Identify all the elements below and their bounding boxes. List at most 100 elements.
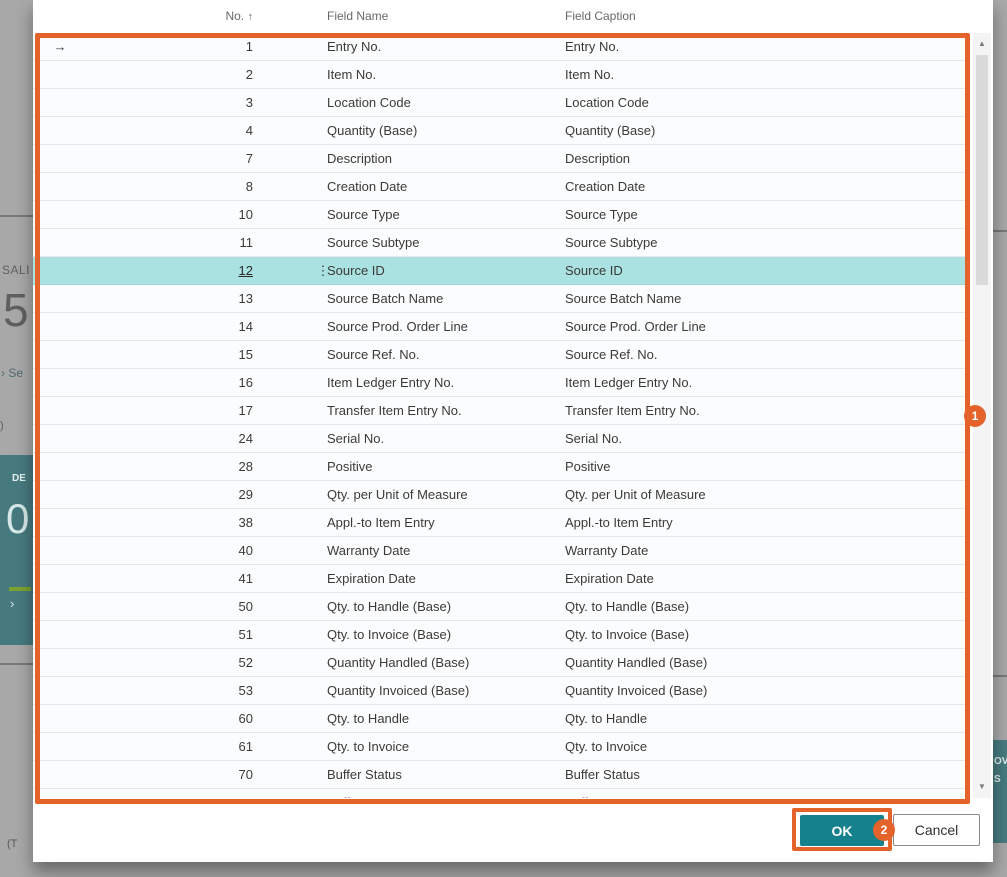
cell-field-caption: Quantity Invoiced (Base): [565, 677, 707, 705]
cell-field-no[interactable]: 2: [123, 61, 253, 89]
table-row[interactable]: 2Item No.Item No.: [33, 61, 970, 89]
cell-field-caption: Description: [565, 145, 630, 173]
table-row[interactable]: 13Source Batch NameSource Batch Name: [33, 285, 970, 313]
cell-field-no[interactable]: 52: [123, 649, 253, 677]
background-see-more-link-fragment: › Se: [1, 366, 23, 380]
row-indicator-cell: [45, 789, 75, 798]
scrollbar-thumb[interactable]: [976, 55, 988, 285]
cell-field-name: Qty. to Invoice: [327, 733, 409, 761]
table-row[interactable]: 61Qty. to InvoiceQty. to Invoice: [33, 733, 970, 761]
table-row[interactable]: 29Qty. per Unit of MeasureQty. per Unit …: [33, 481, 970, 509]
cell-field-name: Qty. to Handle (Base): [327, 593, 451, 621]
cell-field-no[interactable]: 53: [123, 677, 253, 705]
table-row[interactable]: 10Source TypeSource Type: [33, 201, 970, 229]
cue-tile-trend-bar: [9, 587, 31, 591]
cell-field-name: Quantity (Base): [327, 117, 417, 145]
row-indicator-cell: [45, 397, 75, 425]
table-row[interactable]: 70Buffer StatusBuffer Status: [33, 761, 970, 789]
cell-field-name: Buffer Status2: [327, 789, 409, 798]
table-row[interactable]: →1Entry No.Entry No.: [33, 33, 970, 61]
cell-field-caption: Buffer Status: [565, 761, 640, 789]
column-header-field-name[interactable]: Field Name: [327, 0, 388, 33]
cell-field-no[interactable]: 51: [123, 621, 253, 649]
table-row[interactable]: 11Source SubtypeSource Subtype: [33, 229, 970, 257]
table-row[interactable]: 53 Quantity Invoiced (Base) Quantity Invoi…: [33, 677, 970, 705]
cell-field-no[interactable]: 17: [123, 397, 253, 425]
cell-field-name: Qty. to Handle: [327, 705, 409, 733]
table-row[interactable]: 17Transfer Item Entry No.Transfer Item E…: [33, 397, 970, 425]
table-row[interactable]: 38Appl.-to Item EntryAppl.-to Item Entry: [33, 509, 970, 537]
ok-button[interactable]: OK: [800, 815, 884, 846]
cell-field-no[interactable]: 8: [123, 173, 253, 201]
table-row[interactable]: 52Quantity Handled (Base)Quantity Handle…: [33, 649, 970, 677]
background-heading-fragment: SALI: [2, 263, 30, 277]
cell-field-no[interactable]: 7: [123, 145, 253, 173]
table-row[interactable]: 28PositivePositive: [33, 453, 970, 481]
cell-field-name: Source ID: [327, 257, 385, 285]
cell-field-no[interactable]: 10: [123, 201, 253, 229]
cell-field-name: Creation Date: [327, 173, 407, 201]
table-row[interactable]: 71Buffer Status2Buffer Status2: [33, 789, 970, 798]
cell-field-caption: Qty. to Handle (Base): [565, 593, 689, 621]
cell-field-no[interactable]: 29: [123, 481, 253, 509]
cell-field-name: Item Ledger Entry No.: [327, 369, 454, 397]
cell-field-no[interactable]: 28: [123, 453, 253, 481]
cell-field-no[interactable]: 12: [123, 257, 253, 285]
cell-field-no[interactable]: 71: [123, 789, 253, 798]
scroll-down-icon[interactable]: ▼: [973, 779, 991, 795]
table-row[interactable]: 16 Item Ledger Entry No. Item Ledger Entry…: [33, 369, 970, 397]
cell-field-no[interactable]: 38: [123, 509, 253, 537]
table-row[interactable]: 4Quantity (Base)Quantity (Base): [33, 117, 970, 145]
row-indicator-cell: [45, 117, 75, 145]
row-indicator-cell: [45, 481, 75, 509]
cell-field-caption: Creation Date: [565, 173, 645, 201]
cell-field-caption: Source Prod. Order Line: [565, 313, 706, 341]
cell-field-name: Quantity Invoiced (Base): [327, 677, 469, 705]
table-row[interactable]: 14Source Prod. Order LineSource Prod. Or…: [33, 313, 970, 341]
cell-field-no[interactable]: 16: [123, 369, 253, 397]
table-row[interactable]: 51Qty. to Invoice (Base)Qty. to Invoice …: [33, 621, 970, 649]
cancel-button[interactable]: Cancel: [893, 814, 980, 846]
table-row[interactable]: 7DescriptionDescription: [33, 145, 970, 173]
cell-field-no[interactable]: 14: [123, 313, 253, 341]
column-header-no[interactable]: No. ↑: [123, 0, 253, 33]
cell-field-no[interactable]: 24: [123, 425, 253, 453]
row-indicator-cell: [45, 453, 75, 481]
background-page-right-strip: OV S: [993, 0, 1007, 877]
table-row[interactable]: 50 Qty. to Handle (Base) Qty. to Handle (B…: [33, 593, 970, 621]
cell-field-caption: Quantity Handled (Base): [565, 649, 707, 677]
column-header-field-caption[interactable]: Field Caption: [565, 0, 636, 33]
cell-field-caption: Item Ledger Entry No.: [565, 369, 692, 397]
row-indicator-cell: [45, 341, 75, 369]
cell-field-no[interactable]: 70: [123, 761, 253, 789]
table-row[interactable]: 41Expiration DateExpiration Date: [33, 565, 970, 593]
table-row[interactable]: 15Source Ref. No.Source Ref. No.: [33, 341, 970, 369]
cell-field-name: Source Batch Name: [327, 285, 443, 313]
table-row[interactable]: 3Location CodeLocation Code: [33, 89, 970, 117]
row-indicator-cell: [45, 593, 75, 621]
cell-field-no[interactable]: 61: [123, 733, 253, 761]
cell-field-no[interactable]: 41: [123, 565, 253, 593]
background-page-left-strip: SALI 5 › Se ) DE 0 › (T: [0, 0, 33, 877]
cell-field-no[interactable]: 40: [123, 537, 253, 565]
background-text-fragment: ): [0, 420, 4, 432]
table-row[interactable]: 40Warranty DateWarranty Date: [33, 537, 970, 565]
cell-field-no[interactable]: 13: [123, 285, 253, 313]
table-row[interactable]: 60Qty. to HandleQty. to Handle: [33, 705, 970, 733]
cell-field-no[interactable]: 11: [123, 229, 253, 257]
cell-field-no[interactable]: 3: [123, 89, 253, 117]
cell-field-caption: Source Ref. No.: [565, 341, 658, 369]
cell-field-no[interactable]: 15: [123, 341, 253, 369]
background-cue-tile-right: OV S: [993, 740, 1007, 843]
cell-field-no[interactable]: 4: [123, 117, 253, 145]
row-indicator-cell: [45, 229, 75, 257]
scroll-up-icon[interactable]: ▲: [973, 36, 991, 52]
table-row[interactable]: 8 Creation Date Creation Date: [33, 173, 970, 201]
table-row[interactable]: 24Serial No.Serial No.: [33, 425, 970, 453]
cell-field-no[interactable]: 50: [123, 593, 253, 621]
cell-field-name: Source Subtype: [327, 229, 420, 257]
row-indicator-cell: [45, 173, 75, 201]
cell-field-no[interactable]: 60: [123, 705, 253, 733]
cell-field-no[interactable]: 1: [123, 33, 253, 61]
table-row[interactable]: 12⋮Source IDSource ID: [33, 257, 970, 285]
